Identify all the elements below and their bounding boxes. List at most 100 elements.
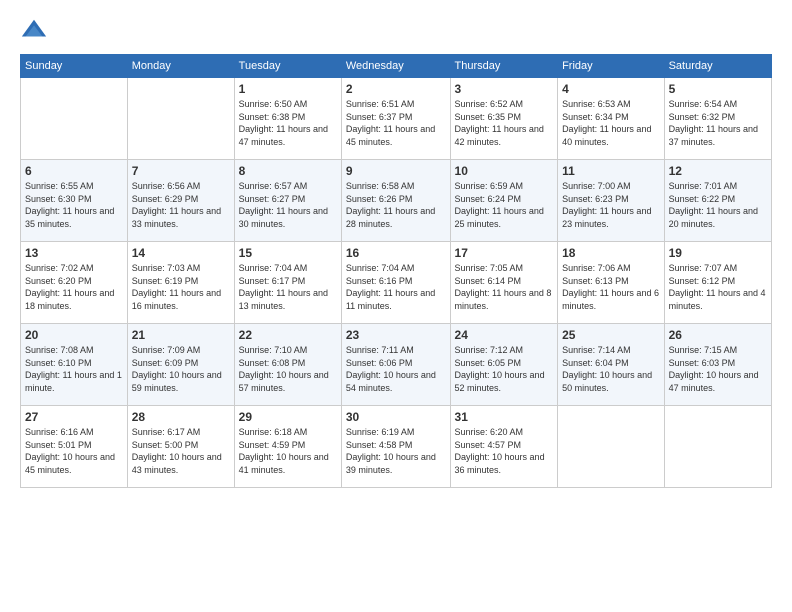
day-number: 11: [562, 164, 660, 178]
calendar-day-cell: 22 Sunrise: 7:10 AM Sunset: 6:08 PM Dayli…: [234, 324, 341, 406]
day-number: 9: [346, 164, 446, 178]
calendar-day-cell: 5Sunrise: 6:54 AM Sunset: 6:32 PM Daylig…: [664, 78, 771, 160]
day-content: Sunrise: 7:06 AM Sunset: 6:13 PM Dayligh…: [562, 262, 660, 312]
calendar-day-cell: 9 Sunrise: 6:58 AM Sunset: 6:26 PM Daylig…: [341, 160, 450, 242]
day-content: Sunrise: 6:17 AM Sunset: 5:00 PM Dayligh…: [132, 426, 230, 476]
day-number: 27: [25, 410, 123, 424]
day-content: Sunrise: 7:15 AM Sunset: 6:03 PM Dayligh…: [669, 344, 767, 394]
calendar-day-cell: 19 Sunrise: 7:07 AM Sunset: 6:12 PM Dayli…: [664, 242, 771, 324]
day-content: Sunrise: 7:04 AM Sunset: 6:16 PM Dayligh…: [346, 262, 446, 312]
calendar-day-cell: 31 Sunrise: 6:20 AM Sunset: 4:57 PM Dayli…: [450, 406, 558, 488]
day-content: Sunrise: 7:05 AM Sunset: 6:14 PM Dayligh…: [455, 262, 554, 312]
day-number: 31: [455, 410, 554, 424]
weekday-header-cell: Wednesday: [341, 55, 450, 78]
calendar-day-cell: 27 Sunrise: 6:16 AM Sunset: 5:01 PM Dayli…: [21, 406, 128, 488]
calendar-day-cell: 7 Sunrise: 6:56 AM Sunset: 6:29 PM Daylig…: [127, 160, 234, 242]
day-content: Sunrise: 7:01 AM Sunset: 6:22 PM Dayligh…: [669, 180, 767, 230]
weekday-header-cell: Monday: [127, 55, 234, 78]
calendar-week-row: 1Sunrise: 6:50 AM Sunset: 6:38 PM Daylig…: [21, 78, 772, 160]
day-content: Sunrise: 6:19 AM Sunset: 4:58 PM Dayligh…: [346, 426, 446, 476]
day-number: 25: [562, 328, 660, 342]
day-content: Sunrise: 6:59 AM Sunset: 6:24 PM Dayligh…: [455, 180, 554, 230]
day-content: Sunrise: 6:54 AM Sunset: 6:32 PM Dayligh…: [669, 98, 767, 148]
day-content: Sunrise: 6:56 AM Sunset: 6:29 PM Dayligh…: [132, 180, 230, 230]
calendar-day-cell: 30 Sunrise: 6:19 AM Sunset: 4:58 PM Dayli…: [341, 406, 450, 488]
day-content: Sunrise: 7:11 AM Sunset: 6:06 PM Dayligh…: [346, 344, 446, 394]
day-content: Sunrise: 6:52 AM Sunset: 6:35 PM Dayligh…: [455, 98, 554, 148]
calendar-day-cell: 26 Sunrise: 7:15 AM Sunset: 6:03 PM Dayli…: [664, 324, 771, 406]
day-number: 21: [132, 328, 230, 342]
calendar-day-cell: [127, 78, 234, 160]
calendar-day-cell: 15 Sunrise: 7:04 AM Sunset: 6:17 PM Dayli…: [234, 242, 341, 324]
day-number: 12: [669, 164, 767, 178]
calendar-day-cell: 10 Sunrise: 6:59 AM Sunset: 6:24 PM Dayli…: [450, 160, 558, 242]
calendar-week-row: 27 Sunrise: 6:16 AM Sunset: 5:01 PM Dayli…: [21, 406, 772, 488]
day-number: 17: [455, 246, 554, 260]
day-content: Sunrise: 6:58 AM Sunset: 6:26 PM Dayligh…: [346, 180, 446, 230]
calendar-day-cell: 21 Sunrise: 7:09 AM Sunset: 6:09 PM Dayli…: [127, 324, 234, 406]
weekday-header-cell: Sunday: [21, 55, 128, 78]
calendar-day-cell: 2 Sunrise: 6:51 AM Sunset: 6:37 PM Daylig…: [341, 78, 450, 160]
weekday-header-cell: Tuesday: [234, 55, 341, 78]
page-header: [20, 16, 772, 44]
day-content: Sunrise: 7:02 AM Sunset: 6:20 PM Dayligh…: [25, 262, 123, 312]
day-number: 19: [669, 246, 767, 260]
day-content: Sunrise: 7:07 AM Sunset: 6:12 PM Dayligh…: [669, 262, 767, 312]
day-number: 28: [132, 410, 230, 424]
calendar-day-cell: 20Sunrise: 7:08 AM Sunset: 6:10 PM Dayli…: [21, 324, 128, 406]
calendar-day-cell: 13Sunrise: 7:02 AM Sunset: 6:20 PM Dayli…: [21, 242, 128, 324]
day-number: 6: [25, 164, 123, 178]
day-content: Sunrise: 7:09 AM Sunset: 6:09 PM Dayligh…: [132, 344, 230, 394]
calendar-day-cell: 23 Sunrise: 7:11 AM Sunset: 6:06 PM Dayli…: [341, 324, 450, 406]
calendar-body: 1Sunrise: 6:50 AM Sunset: 6:38 PM Daylig…: [21, 78, 772, 488]
calendar-week-row: 20Sunrise: 7:08 AM Sunset: 6:10 PM Dayli…: [21, 324, 772, 406]
day-content: Sunrise: 6:16 AM Sunset: 5:01 PM Dayligh…: [25, 426, 123, 476]
day-content: Sunrise: 6:57 AM Sunset: 6:27 PM Dayligh…: [239, 180, 337, 230]
calendar-day-cell: 25 Sunrise: 7:14 AM Sunset: 6:04 PM Dayli…: [558, 324, 665, 406]
calendar-day-cell: 4Sunrise: 6:53 AM Sunset: 6:34 PM Daylig…: [558, 78, 665, 160]
weekday-header-cell: Saturday: [664, 55, 771, 78]
calendar-day-cell: 24 Sunrise: 7:12 AM Sunset: 6:05 PM Dayli…: [450, 324, 558, 406]
day-number: 23: [346, 328, 446, 342]
calendar-day-cell: 12 Sunrise: 7:01 AM Sunset: 6:22 PM Dayli…: [664, 160, 771, 242]
day-content: Sunrise: 7:00 AM Sunset: 6:23 PM Dayligh…: [562, 180, 660, 230]
day-number: 29: [239, 410, 337, 424]
day-content: Sunrise: 6:51 AM Sunset: 6:37 PM Dayligh…: [346, 98, 446, 148]
day-content: Sunrise: 7:14 AM Sunset: 6:04 PM Dayligh…: [562, 344, 660, 394]
logo: [20, 16, 52, 44]
day-number: 30: [346, 410, 446, 424]
calendar-day-cell: 28 Sunrise: 6:17 AM Sunset: 5:00 PM Dayli…: [127, 406, 234, 488]
day-number: 10: [455, 164, 554, 178]
day-content: Sunrise: 6:20 AM Sunset: 4:57 PM Dayligh…: [455, 426, 554, 476]
day-content: Sunrise: 7:10 AM Sunset: 6:08 PM Dayligh…: [239, 344, 337, 394]
day-content: Sunrise: 7:12 AM Sunset: 6:05 PM Dayligh…: [455, 344, 554, 394]
weekday-header-cell: Thursday: [450, 55, 558, 78]
calendar-day-cell: [21, 78, 128, 160]
calendar-table: SundayMondayTuesdayWednesdayThursdayFrid…: [20, 54, 772, 488]
day-number: 26: [669, 328, 767, 342]
calendar-day-cell: 1Sunrise: 6:50 AM Sunset: 6:38 PM Daylig…: [234, 78, 341, 160]
day-content: Sunrise: 6:53 AM Sunset: 6:34 PM Dayligh…: [562, 98, 660, 148]
calendar-day-cell: 29Sunrise: 6:18 AM Sunset: 4:59 PM Dayli…: [234, 406, 341, 488]
calendar-day-cell: 18 Sunrise: 7:06 AM Sunset: 6:13 PM Dayli…: [558, 242, 665, 324]
calendar-week-row: 13Sunrise: 7:02 AM Sunset: 6:20 PM Dayli…: [21, 242, 772, 324]
calendar-day-cell: 8 Sunrise: 6:57 AM Sunset: 6:27 PM Daylig…: [234, 160, 341, 242]
day-number: 7: [132, 164, 230, 178]
logo-icon: [20, 16, 48, 44]
day-content: Sunrise: 6:55 AM Sunset: 6:30 PM Dayligh…: [25, 180, 123, 230]
day-number: 2: [346, 82, 446, 96]
day-number: 1: [239, 82, 337, 96]
day-number: 18: [562, 246, 660, 260]
calendar-day-cell: [664, 406, 771, 488]
weekday-header-cell: Friday: [558, 55, 665, 78]
day-number: 8: [239, 164, 337, 178]
day-number: 15: [239, 246, 337, 260]
calendar-day-cell: [558, 406, 665, 488]
day-content: Sunrise: 7:04 AM Sunset: 6:17 PM Dayligh…: [239, 262, 337, 312]
day-number: 22: [239, 328, 337, 342]
calendar-day-cell: 6 Sunrise: 6:55 AM Sunset: 6:30 PM Daylig…: [21, 160, 128, 242]
day-number: 24: [455, 328, 554, 342]
day-number: 20: [25, 328, 123, 342]
calendar-day-cell: 11 Sunrise: 7:00 AM Sunset: 6:23 PM Dayli…: [558, 160, 665, 242]
calendar-day-cell: 14Sunrise: 7:03 AM Sunset: 6:19 PM Dayli…: [127, 242, 234, 324]
